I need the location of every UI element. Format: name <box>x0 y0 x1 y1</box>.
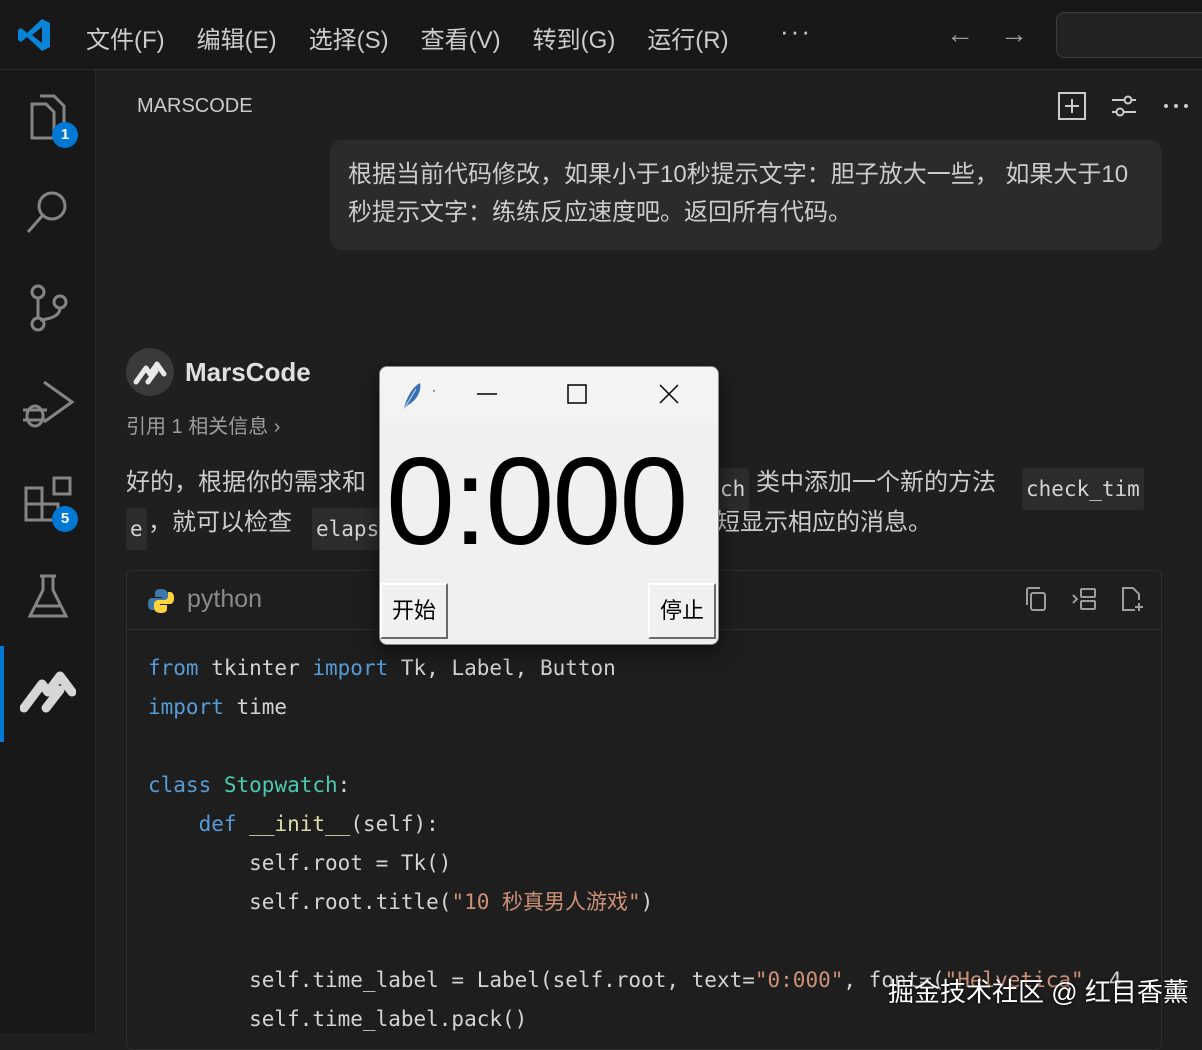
menu-view[interactable]: 查看(V) <box>421 20 501 55</box>
explorer-icon[interactable]: 1 <box>20 90 78 148</box>
answer-text: 短显示相应的消息。 <box>716 509 932 536</box>
copy-icon[interactable] <box>1023 585 1049 613</box>
stopwatch-window: · 0:000 开始 停止 <box>379 366 719 645</box>
new-chat-icon[interactable] <box>1056 90 1088 122</box>
close-icon[interactable] <box>658 383 680 405</box>
command-center-search[interactable] <box>1056 12 1202 58</box>
insert-code-icon[interactable] <box>1071 585 1097 613</box>
code-line: import time <box>148 695 288 719</box>
reference-link[interactable]: 引用 1 相关信息 › <box>126 410 280 439</box>
back-arrow-icon[interactable]: ← <box>946 18 974 50</box>
tk-title-bar[interactable]: · <box>380 367 718 423</box>
tk-window-title: · <box>432 383 436 397</box>
inline-code: check_tim <box>1022 468 1144 510</box>
answer-text: 好的，根据你的需求和 <box>126 469 366 496</box>
source-control-icon[interactable] <box>20 280 76 336</box>
active-view-indicator <box>0 646 4 742</box>
menu-go[interactable]: 转到(G) <box>533 20 616 55</box>
code-language: python <box>187 585 263 613</box>
search-icon[interactable] <box>20 184 76 240</box>
code-line: from tkinter import Tk, Label, Button <box>148 656 616 680</box>
code-line: class Stopwatch: <box>148 773 351 797</box>
panel-title: MARSCODE <box>137 95 253 117</box>
inline-code: elaps <box>312 508 384 550</box>
minimize-icon[interactable] <box>476 383 498 405</box>
menu-bar: 文件(F) 编辑(E) 选择(S) 查看(V) 转到(G) 运行(R) <box>86 20 761 55</box>
stop-button[interactable]: 停止 <box>648 583 716 639</box>
maximize-icon[interactable] <box>566 383 588 405</box>
marscode-icon[interactable] <box>19 666 77 722</box>
forward-arrow-icon[interactable]: → <box>1000 18 1028 50</box>
activity-bar: 1 5 <box>0 70 96 1033</box>
extensions-icon[interactable]: 5 <box>20 472 78 532</box>
menu-run[interactable]: 运行(R) <box>647 20 728 55</box>
run-debug-icon[interactable] <box>20 376 76 432</box>
start-button[interactable]: 开始 <box>380 583 448 639</box>
watermark: 掘金技术社区 @ 红目香薰 <box>888 977 1189 1007</box>
assistant-name: MarsCode <box>185 357 311 387</box>
menu-more-button[interactable]: ··· <box>780 16 812 47</box>
answer-text: ，就可以检查 <box>148 509 292 536</box>
new-file-icon[interactable] <box>1119 585 1145 613</box>
vscode-logo-icon[interactable] <box>16 18 52 52</box>
code-line: self.root = Tk() <box>148 851 452 875</box>
code-line: self.time_label.pack() <box>148 1007 528 1031</box>
title-bar: 文件(F) 编辑(E) 选择(S) 查看(V) 转到(G) 运行(R) ··· … <box>0 0 1202 70</box>
tk-feather-icon <box>403 383 421 410</box>
python-icon <box>148 589 174 613</box>
menu-selection[interactable]: 选择(S) <box>309 20 389 55</box>
explorer-badge: 1 <box>52 122 78 148</box>
testing-flask-icon[interactable] <box>20 568 76 624</box>
inline-code: e <box>126 508 147 550</box>
code-actions <box>1023 585 1145 613</box>
answer-text: 类中添加一个新的方法 <box>756 469 996 496</box>
menu-edit[interactable]: 编辑(E) <box>197 20 277 55</box>
menu-file[interactable]: 文件(F) <box>86 20 165 55</box>
extensions-badge: 5 <box>52 506 78 532</box>
panel-actions <box>1056 90 1192 122</box>
code-line: self.root.title("10 秒真男人游戏") <box>148 890 654 914</box>
user-message: 根据当前代码修改，如果小于10秒提示文字：胆子放大一些， 如果大于10秒提示文字… <box>330 140 1162 250</box>
time-label: 0:000 <box>386 433 688 571</box>
settings-sliders-icon[interactable] <box>1108 90 1140 122</box>
more-actions-icon[interactable] <box>1160 90 1192 122</box>
code-line: def __init__(self): <box>198 812 439 836</box>
marscode-avatar <box>126 348 174 396</box>
